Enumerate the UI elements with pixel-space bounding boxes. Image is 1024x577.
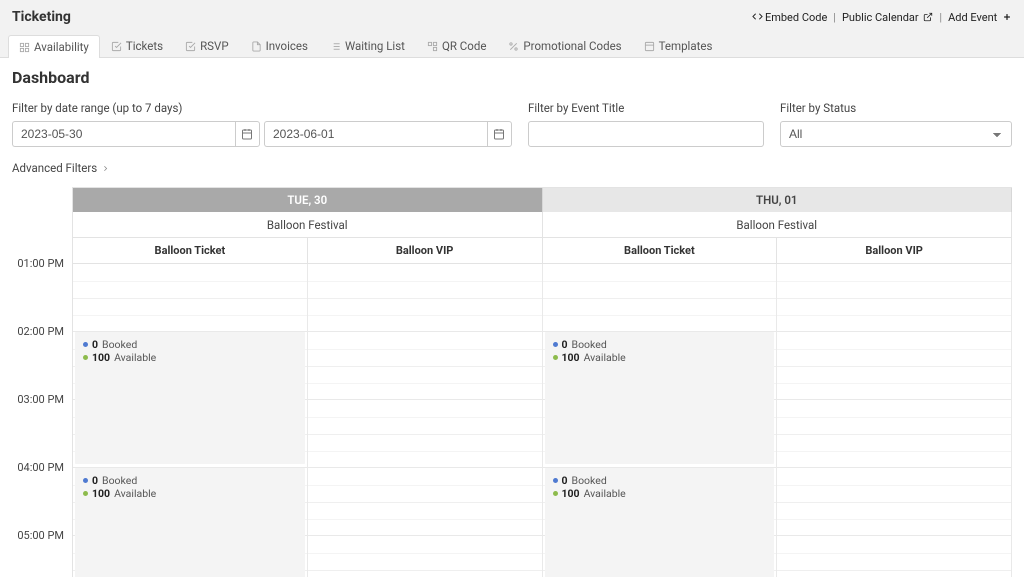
hour-label: 04:00 PM — [12, 461, 72, 529]
time-axis: 01:00 PM 02:00 PM 03:00 PM 04:00 PM 05:0… — [12, 187, 72, 577]
qr-icon — [427, 41, 438, 52]
tab-label: Waiting List — [345, 39, 405, 53]
booked-label: Booked — [572, 338, 607, 351]
page-title: Ticketing — [12, 9, 752, 25]
embed-code-link[interactable]: Embed Code — [752, 11, 827, 24]
available-label: Available — [114, 487, 156, 500]
tab-availability[interactable]: Availability — [8, 35, 100, 58]
embed-code-label: Embed Code — [765, 11, 827, 24]
availability-block[interactable]: 0 Booked100 Available — [75, 468, 305, 577]
available-dot — [553, 491, 558, 496]
grid-icon — [19, 42, 30, 53]
public-calendar-link[interactable]: Public Calendar — [842, 11, 933, 24]
tab-label: RSVP — [200, 39, 229, 53]
available-dot — [83, 355, 88, 360]
availability-block[interactable]: 0 Booked100 Available — [75, 332, 305, 464]
event-name: Balloon Festival — [73, 212, 543, 238]
separator: | — [831, 11, 838, 24]
checklist-icon — [111, 41, 122, 52]
booked-count: 0 — [562, 474, 568, 487]
tab-label: Tickets — [126, 39, 163, 53]
calendar-grid[interactable]: TUE, 30 THU, 01 Balloon Festival Balloon… — [72, 187, 1012, 577]
booked-label: Booked — [572, 474, 607, 487]
booked-count: 0 — [562, 338, 568, 351]
calendar-icon[interactable] — [235, 121, 260, 147]
layout-icon — [644, 41, 655, 52]
date-filter-label: Filter by date range (up to 7 days) — [12, 101, 512, 115]
calendar-column: 0 Booked100 Available0 Booked100 Availab… — [73, 264, 308, 577]
list-icon — [330, 41, 341, 52]
tab-promo-codes[interactable]: Promotional Codes — [497, 34, 632, 57]
header-actions: Embed Code | Public Calendar | Add Event — [752, 11, 1012, 24]
booked-dot — [83, 478, 88, 483]
booked-label: Booked — [102, 338, 137, 351]
calendar-column — [308, 264, 543, 577]
add-event-label: Add Event — [948, 11, 997, 24]
event-title-input[interactable] — [528, 121, 764, 147]
day-header: TUE, 30 — [73, 188, 543, 212]
tab-templates[interactable]: Templates — [633, 34, 724, 57]
available-label: Available — [114, 351, 156, 364]
tab-bar: Availability Tickets RSVP Invoices Waiti… — [0, 34, 1024, 58]
tab-rsvp[interactable]: RSVP — [174, 34, 240, 57]
file-icon — [251, 41, 262, 52]
date-to-input[interactable] — [264, 121, 487, 147]
available-count: 100 — [92, 487, 110, 500]
available-count: 100 — [562, 487, 580, 500]
tab-qr-code[interactable]: QR Code — [416, 34, 497, 57]
available-label: Available — [584, 487, 626, 500]
ticket-type-header: Balloon VIP — [308, 238, 543, 264]
hour-label: 03:00 PM — [12, 393, 72, 461]
available-dot — [83, 491, 88, 496]
booked-dot — [553, 478, 558, 483]
available-label: Available — [584, 351, 626, 364]
tab-label: Promotional Codes — [523, 39, 621, 53]
tab-waiting-list[interactable]: Waiting List — [319, 34, 416, 57]
separator: | — [937, 11, 944, 24]
tab-tickets[interactable]: Tickets — [100, 34, 174, 57]
status-select[interactable]: All — [780, 121, 1012, 147]
calendar-icon[interactable] — [487, 121, 512, 147]
dashboard-heading: Dashboard — [12, 68, 1012, 87]
status-filter-label: Filter by Status — [780, 101, 1012, 115]
availability-block[interactable]: 0 Booked100 Available — [545, 332, 775, 464]
advanced-filters-label: Advanced Filters — [12, 161, 97, 175]
availability-block[interactable]: 0 Booked100 Available — [545, 468, 775, 577]
booked-dot — [83, 342, 88, 347]
booked-dot — [553, 342, 558, 347]
available-count: 100 — [562, 351, 580, 364]
ticket-type-header: Balloon Ticket — [543, 238, 778, 264]
tab-label: Templates — [659, 39, 713, 53]
calendar-column — [777, 264, 1012, 577]
available-count: 100 — [92, 351, 110, 364]
hour-label: 01:00 PM — [12, 257, 72, 325]
booked-count: 0 — [92, 338, 98, 351]
chevron-right-icon — [101, 164, 110, 173]
tab-label: QR Code — [442, 39, 486, 53]
title-filter-label: Filter by Event Title — [528, 101, 764, 115]
hour-label: 05:00 PM — [12, 529, 72, 577]
booked-label: Booked — [102, 474, 137, 487]
checklist-icon — [185, 41, 196, 52]
public-calendar-label: Public Calendar — [842, 11, 919, 24]
tab-label: Invoices — [266, 39, 308, 53]
percent-icon — [508, 41, 519, 52]
advanced-filters-toggle[interactable]: Advanced Filters — [12, 161, 110, 175]
available-dot — [553, 355, 558, 360]
calendar-column: 0 Booked100 Available0 Booked100 Availab… — [543, 264, 778, 577]
booked-count: 0 — [92, 474, 98, 487]
ticket-type-header: Balloon Ticket — [73, 238, 308, 264]
tab-invoices[interactable]: Invoices — [240, 34, 319, 57]
ticket-type-header: Balloon VIP — [777, 238, 1012, 264]
day-header: THU, 01 — [543, 188, 1013, 212]
date-from-input[interactable] — [12, 121, 235, 147]
tab-label: Availability — [34, 40, 89, 54]
hour-label: 02:00 PM — [12, 325, 72, 393]
event-name: Balloon Festival — [543, 212, 1013, 238]
add-event-link[interactable]: Add Event — [948, 11, 1012, 24]
